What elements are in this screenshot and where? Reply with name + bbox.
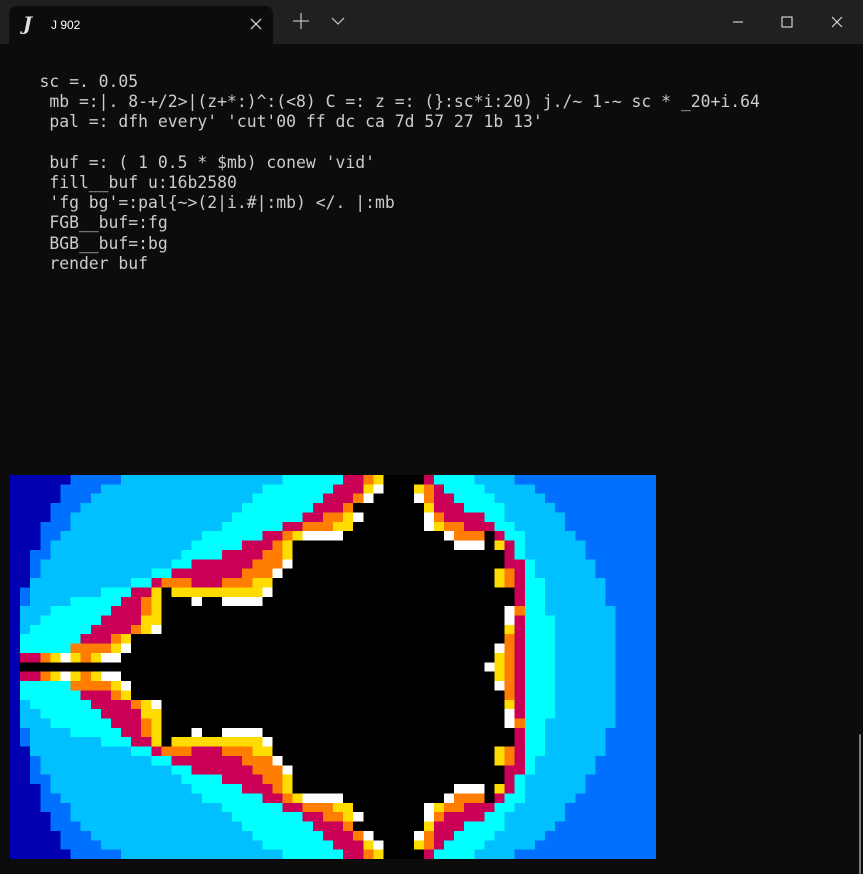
console-line: 'fg bg'=:pal{~>(2|i.#|:mb) </. |:mb bbox=[0, 193, 395, 213]
tab-title: J 902 bbox=[51, 18, 81, 32]
console-line: fill__buf u:16b2580 bbox=[0, 172, 237, 192]
scrollbar[interactable] bbox=[859, 734, 861, 874]
chevron-down-icon[interactable] bbox=[327, 10, 349, 32]
terminal-window: J J 902 sc =. 0.05 mb =:|. 8-+/2>|(z+*:)… bbox=[0, 0, 863, 874]
console-line: pal =: dfh every' 'cut'00 ff dc ca 7d 57… bbox=[0, 112, 543, 132]
console-line: mb =:|. 8-+/2>|(z+*:)^:(<8) C =: z =: (}… bbox=[0, 92, 760, 112]
console-line: BGB__buf=:bg bbox=[0, 233, 168, 253]
title-bar[interactable]: J J 902 bbox=[0, 0, 863, 44]
console-line: buf =: ( 1 0.5 * $mb) conew 'vid' bbox=[0, 152, 375, 172]
close-icon[interactable] bbox=[247, 15, 265, 33]
close-icon[interactable] bbox=[822, 8, 852, 36]
plus-icon[interactable] bbox=[290, 10, 312, 32]
mandelbrot-render bbox=[10, 475, 656, 859]
console-output: sc =. 0.05 mb =:|. 8-+/2>|(z+*:)^:(<8) C… bbox=[0, 72, 760, 274]
console-line: FGB__buf=:fg bbox=[0, 213, 168, 233]
minimize-icon[interactable] bbox=[723, 8, 753, 36]
j-logo-icon: J bbox=[23, 13, 32, 35]
console-line: render buf bbox=[0, 253, 149, 273]
tab-j902[interactable]: J J 902 bbox=[9, 6, 273, 44]
maximize-icon[interactable] bbox=[772, 8, 802, 36]
console-line: sc =. 0.05 bbox=[0, 72, 139, 91]
